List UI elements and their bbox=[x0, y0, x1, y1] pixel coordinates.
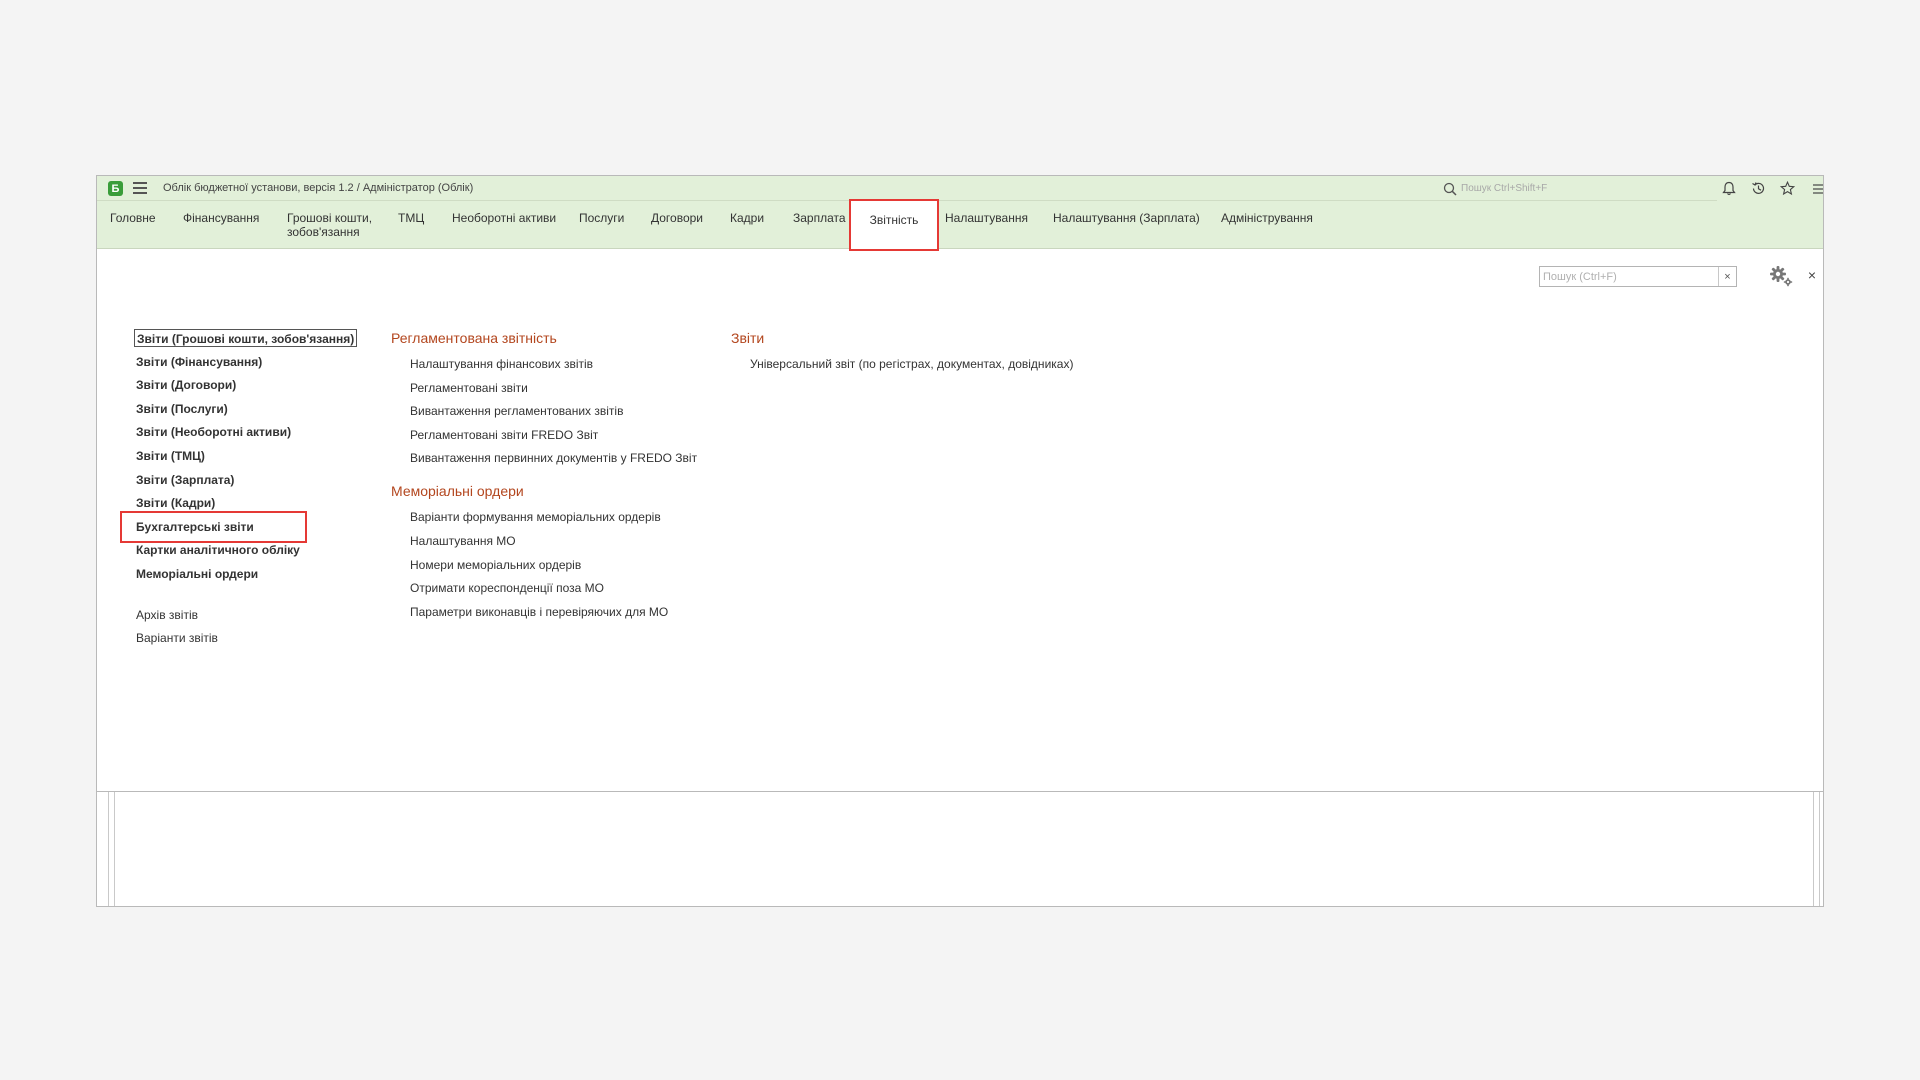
form-search-input[interactable] bbox=[1540, 267, 1716, 286]
section-dohovory[interactable]: Договори bbox=[651, 201, 703, 249]
link-rehlamentovani-zvity-fredo[interactable]: Регламентовані звіти FREDO Звіт bbox=[410, 426, 721, 444]
hamburger-menu-icon[interactable] bbox=[133, 182, 147, 194]
section-neoborotni-aktyvy[interactable]: Необоротні активи bbox=[452, 201, 556, 249]
link-zvity-zarplata[interactable]: Звіти (Зарплата) bbox=[134, 471, 364, 489]
global-search[interactable]: Пошук Ctrl+Shift+F bbox=[1443, 179, 1711, 198]
group-title-reglament: Регламентована звітність bbox=[391, 330, 557, 346]
star-icon[interactable] bbox=[1780, 181, 1796, 197]
link-zvity-dohovory[interactable]: Звіти (Договори) bbox=[134, 376, 364, 394]
section-nalashtuvannia[interactable]: Налаштування bbox=[945, 201, 1028, 249]
history-icon[interactable] bbox=[1751, 181, 1767, 197]
left-links: Звіти (Грошові кошти, зобов'язання) Звіт… bbox=[120, 329, 364, 653]
section-administruvannia[interactable]: Адміністрування bbox=[1221, 201, 1313, 249]
link-rehlamentovani-zvity[interactable]: Регламентовані звіти bbox=[410, 379, 721, 397]
clear-search-icon[interactable]: × bbox=[1718, 267, 1736, 286]
link-arkhiv-zvitiv[interactable]: Архів звітів bbox=[134, 606, 364, 624]
close-icon[interactable]: × bbox=[1805, 266, 1819, 284]
link-zvity-neoborotni-aktyvy[interactable]: Звіти (Необоротні активи) bbox=[134, 423, 364, 441]
link-memorialni-ordery[interactable]: Меморіальні ордери bbox=[134, 565, 364, 583]
bottom-panel bbox=[97, 791, 1823, 906]
link-universalnyi-zvit[interactable]: Універсальний звіт (по регістрах, докуме… bbox=[750, 355, 1151, 373]
form-search: × bbox=[1539, 266, 1737, 287]
divider bbox=[1813, 792, 1814, 906]
link-varianty-zvitiv[interactable]: Варіанти звітів bbox=[134, 629, 364, 647]
link-nalashtuvannia-finansovykh-zvitiv[interactable]: Налаштування фінансових звітів bbox=[410, 355, 721, 373]
link-vyvantazhennia-rehlamentovanykh-zvitiv[interactable]: Вивантаження регламентованих звітів bbox=[410, 402, 721, 420]
link-nalashtuvannia-mo[interactable]: Налаштування МО bbox=[410, 532, 721, 550]
link-kartky-analitychnoho-obliku[interactable]: Картки аналітичного обліку bbox=[134, 541, 364, 559]
middle-groups: Регламентована звітність Налаштування фі… bbox=[391, 328, 721, 626]
title-icons bbox=[1717, 176, 1823, 201]
link-bukhhalterski-zvity[interactable]: Бухгалтерські звіти bbox=[120, 510, 307, 543]
search-icon bbox=[1443, 182, 1457, 196]
section-zarplata[interactable]: Зарплата bbox=[793, 201, 846, 249]
section-tmc[interactable]: ТМЦ bbox=[398, 201, 424, 249]
app-title: Облік бюджетної установи, версія 1.2 / А… bbox=[163, 182, 474, 194]
group-title-memorial: Меморіальні ордери bbox=[391, 483, 524, 500]
divider bbox=[114, 792, 115, 906]
more-icon[interactable] bbox=[1810, 181, 1823, 197]
gear-icon[interactable] bbox=[1769, 265, 1793, 287]
section-holovne[interactable]: Головне bbox=[110, 201, 156, 249]
section-posluhy[interactable]: Послуги bbox=[579, 201, 624, 249]
link-zvity-finansuvannia[interactable]: Звіти (Фінансування) bbox=[134, 353, 364, 371]
group-title-zvity: Звіти bbox=[731, 330, 765, 346]
sections-panel: Головне Фінансування Грошові кошти, зобо… bbox=[97, 199, 1823, 251]
link-zvity-hroshovi-koshty[interactable]: Звіти (Грошові кошти, зобов'язання) bbox=[134, 329, 358, 347]
link-zvity-tmc[interactable]: Звіти (ТМЦ) bbox=[134, 447, 364, 465]
section-finansuvannia[interactable]: Фінансування bbox=[183, 201, 259, 249]
link-vyvantazhennia-pervynnykh-dokumentiv-fredo[interactable]: Вивантаження первинних документів у FRED… bbox=[410, 449, 721, 467]
section-zvitnist[interactable]: Звітність bbox=[849, 199, 939, 251]
content-area: × × Звіти (Грошові кошти, зобов'язання) … bbox=[97, 249, 1823, 791]
link-zvity-posluhy[interactable]: Звіти (Послуги) bbox=[134, 400, 364, 418]
right-groups: Звіти Універсальний звіт (по регістрах, … bbox=[731, 328, 1151, 379]
divider bbox=[108, 792, 109, 906]
bell-icon[interactable] bbox=[1721, 181, 1737, 197]
link-nomery-memorialnykh-orderiv[interactable]: Номери меморіальних ордерів bbox=[410, 556, 721, 574]
app-logo-icon[interactable]: Б bbox=[108, 181, 123, 196]
divider bbox=[1819, 792, 1820, 906]
section-hroshovi-koshty[interactable]: Грошові кошти, зобов'язання bbox=[287, 201, 377, 249]
link-zvity-kadry[interactable]: Звіти (Кадри) bbox=[134, 494, 364, 512]
link-otrymaty-korespondentsii[interactable]: Отримати кореспонденції поза МО bbox=[410, 579, 721, 597]
title-bar: Б Облік бюджетної установи, версія 1.2 /… bbox=[97, 176, 1823, 201]
global-search-placeholder: Пошук Ctrl+Shift+F bbox=[1461, 183, 1548, 194]
link-varianty-formuvannia-mo[interactable]: Варіанти формування меморіальних ордерів bbox=[410, 508, 721, 526]
section-kadry[interactable]: Кадри bbox=[730, 201, 764, 249]
link-parametry-vykonavtsiv[interactable]: Параметри виконавців і перевіряючих для … bbox=[410, 603, 721, 621]
section-nalashtuvannia-zarplata[interactable]: Налаштування (Зарплата) bbox=[1053, 201, 1200, 249]
app-window: Б Облік бюджетної установи, версія 1.2 /… bbox=[96, 175, 1824, 907]
